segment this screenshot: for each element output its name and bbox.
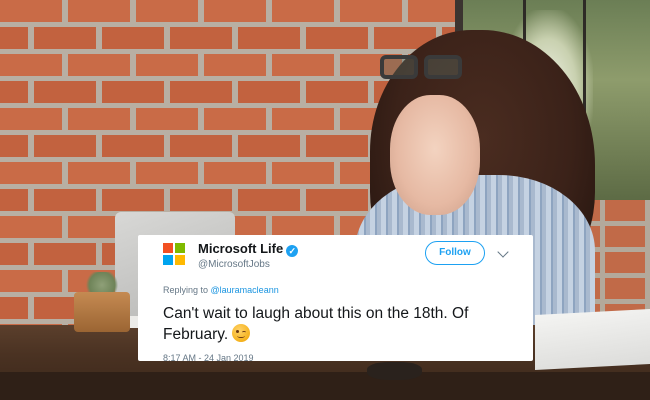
tweet-card[interactable]: Microsoft Life ✓ @MicrosoftJobs Follow Re… <box>138 235 533 363</box>
mention-link[interactable]: @lauramacleann <box>211 285 279 295</box>
account-name-link[interactable]: Microsoft Life ✓ <box>198 241 299 257</box>
replying-prefix: Replying to <box>163 285 211 295</box>
tweet-text: Can't wait to laugh about this on the 18… <box>163 303 523 345</box>
logo-yellow-square <box>175 255 185 265</box>
mug <box>367 362 422 380</box>
papers-stack <box>535 308 650 371</box>
tweet-timestamp[interactable]: 8:17 AM - 24 Jan 2019 <box>163 353 523 363</box>
logo-green-square <box>175 243 185 253</box>
verified-badge-icon: ✓ <box>286 245 299 257</box>
table-edge <box>0 372 650 400</box>
winking-face-icon <box>232 324 251 342</box>
tweet-header: Microsoft Life ✓ @MicrosoftJobs Follow <box>163 241 523 277</box>
microsoft-logo-icon[interactable] <box>163 243 185 265</box>
glasses <box>380 55 470 81</box>
logo-red-square <box>163 243 173 253</box>
account-name: Microsoft Life <box>198 241 284 256</box>
replying-to: Replying to @lauramacleann <box>163 285 523 295</box>
plant-pot <box>74 292 130 332</box>
account-handle[interactable]: @MicrosoftJobs <box>198 259 270 270</box>
follow-button[interactable]: Follow <box>425 241 485 265</box>
tweet-body: Can't wait to laugh about this on the 18… <box>163 305 469 343</box>
logo-blue-square <box>163 255 173 265</box>
hands-covering-face <box>390 95 480 215</box>
chevron-down-icon[interactable] <box>497 246 509 258</box>
